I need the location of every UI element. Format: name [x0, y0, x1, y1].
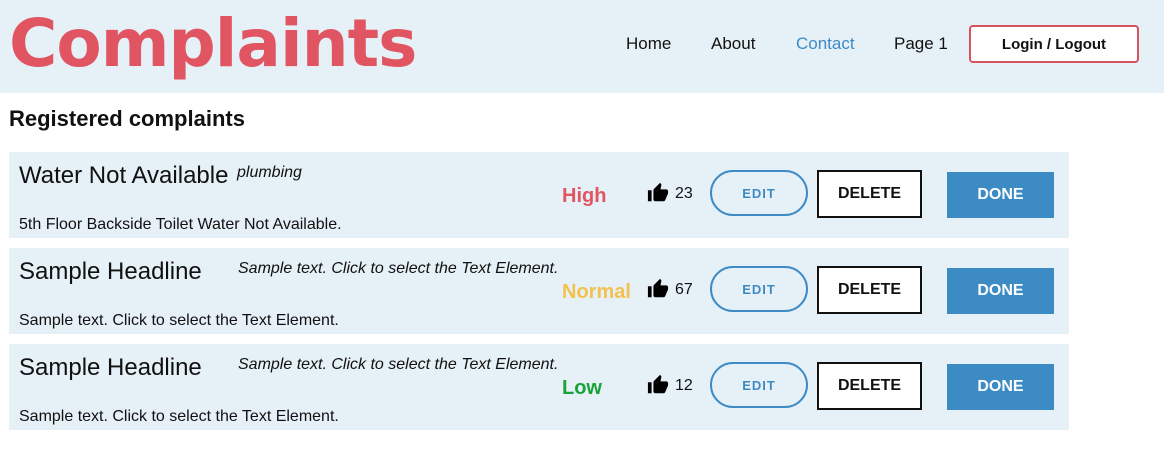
done-button[interactable]: DONE: [947, 268, 1054, 314]
nav-home[interactable]: Home: [626, 34, 671, 54]
thumbs-up-icon[interactable]: [647, 182, 669, 204]
nav-about[interactable]: About: [711, 34, 755, 54]
delete-button[interactable]: DELETE: [817, 170, 922, 218]
edit-button[interactable]: EDIT: [710, 170, 808, 216]
done-button[interactable]: DONE: [947, 172, 1054, 218]
delete-button[interactable]: DELETE: [817, 266, 922, 314]
like-count: 67: [675, 281, 693, 298]
thumbs-up-icon[interactable]: [647, 374, 669, 396]
complaint-row: Sample Headline Sample text. Click to se…: [9, 248, 1069, 334]
complaint-category: Sample text. Click to select the Text El…: [238, 260, 559, 277]
priority-badge: Normal: [562, 281, 631, 303]
complaint-row: Sample Headline Sample text. Click to se…: [9, 344, 1069, 430]
complaint-headline: Sample Headline: [19, 258, 202, 285]
complaint-description: Sample text. Click to select the Text El…: [19, 312, 339, 329]
like-count: 23: [675, 185, 693, 202]
nav-page-1[interactable]: Page 1: [894, 34, 948, 54]
complaint-headline: Water Not Available: [19, 162, 229, 189]
priority-badge: High: [562, 185, 607, 207]
site-header: Complaints Home About Contact Page 1 Log…: [0, 0, 1164, 93]
nav-contact[interactable]: Contact: [796, 34, 855, 54]
priority-badge: Low: [562, 377, 602, 399]
complaint-category: Sample text. Click to select the Text El…: [238, 356, 559, 373]
edit-button[interactable]: EDIT: [710, 266, 808, 312]
complaint-headline: Sample Headline: [19, 354, 202, 381]
page-title: Registered complaints: [9, 106, 245, 131]
thumbs-up-icon[interactable]: [647, 278, 669, 300]
done-button[interactable]: DONE: [947, 364, 1054, 410]
site-logo[interactable]: Complaints: [9, 2, 417, 86]
login-logout-button[interactable]: Login / Logout: [969, 25, 1139, 63]
complaint-category: plumbing: [237, 164, 302, 181]
delete-button[interactable]: DELETE: [817, 362, 922, 410]
edit-button[interactable]: EDIT: [710, 362, 808, 408]
complaint-description: 5th Floor Backside Toilet Water Not Avai…: [19, 216, 342, 233]
complaint-description: Sample text. Click to select the Text El…: [19, 408, 339, 425]
like-count: 12: [675, 377, 693, 394]
complaint-row: Water Not Available plumbing 5th Floor B…: [9, 152, 1069, 238]
